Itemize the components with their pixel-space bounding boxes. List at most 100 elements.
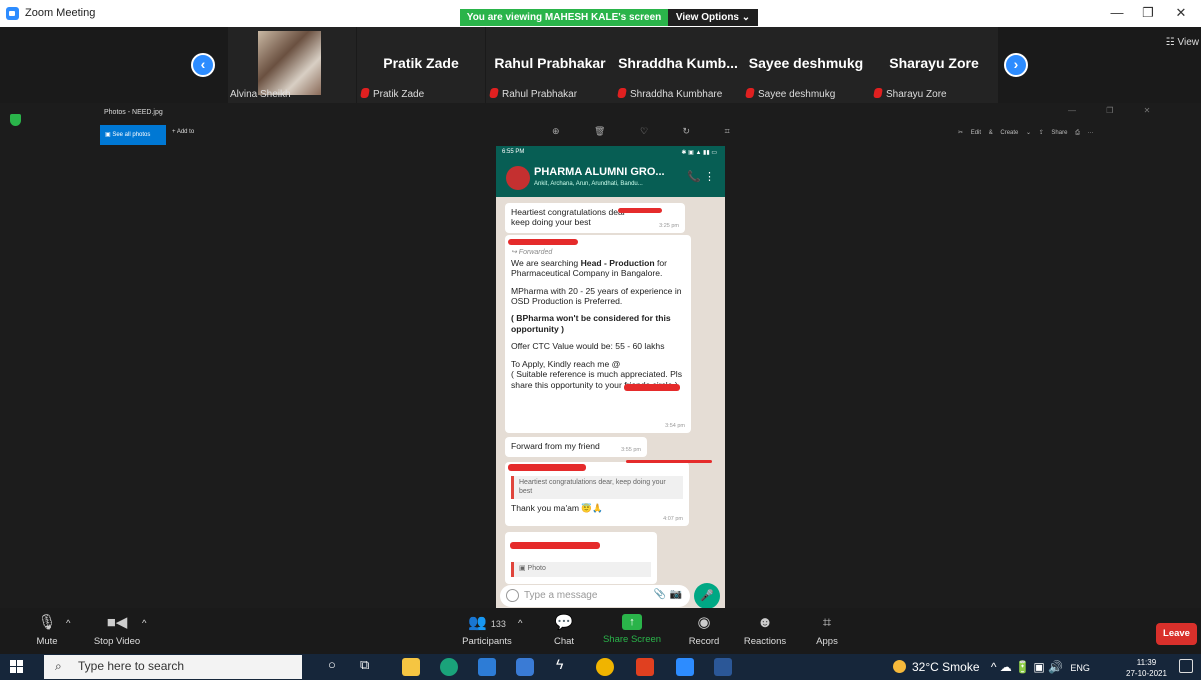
mic-muted-icon [873, 88, 883, 98]
app-icon[interactable]: ϟ [556, 656, 574, 674]
participant-tile-shraddha[interactable]: Shraddha Kumb... Shraddha Kumbhare [614, 27, 742, 103]
shared-screen: Photos - NEED.jpg — ❐ ✕ ▣ See all photos… [0, 103, 1201, 611]
record-icon: ◉ [697, 614, 711, 631]
encryption-shield-icon [10, 114, 21, 126]
chat-header: PHARMA ALUMNI GRO... Ankit, Archana, Aru… [496, 160, 725, 197]
view-options-button[interactable]: View Options ⌄ [668, 9, 758, 26]
zoom-taskbar-icon[interactable] [676, 658, 694, 676]
participant-photo [258, 31, 321, 95]
add-to-button: + Add to [172, 129, 195, 135]
video-options-caret[interactable]: ^ [142, 618, 146, 629]
meeting-controls: 🎙 Mute ^ ■◀ Stop Video ^ 👥 133 Participa… [0, 608, 1201, 654]
mic-muted-icon [745, 88, 755, 98]
message-time: 4:07 pm [663, 516, 683, 523]
chat-message-job-post: ↪ Forwarded We are searching Head - Prod… [505, 235, 691, 433]
dropbox-icon[interactable] [516, 658, 534, 676]
word-icon[interactable] [714, 658, 732, 676]
next-participants-button[interactable]: › [1004, 53, 1028, 77]
view-button[interactable]: ☷ View [1166, 37, 1199, 48]
notification-center-icon[interactable] [1179, 659, 1193, 673]
close-button[interactable]: ✕ [1166, 4, 1196, 22]
image-toolbar: ⊕ 🗑 ♡ ↻ ⌗ [552, 126, 746, 136]
share-screen-button[interactable]: ↑ Share Screen [600, 614, 664, 645]
chat-message: Forward from my friend 3:55 pm [505, 437, 647, 457]
participants-options-caret[interactable]: ^ [518, 618, 522, 629]
reactions-button[interactable]: ☻ Reactions [740, 614, 790, 647]
file-explorer-icon[interactable] [402, 658, 420, 676]
search-icon: ⌕ [55, 659, 62, 673]
participant-tile-pratik[interactable]: Pratik Zade Pratik Zade [357, 27, 485, 103]
windows-start-icon[interactable] [10, 660, 24, 674]
edit-create-toolbar: ✂ Edit & Create ⌄ ⇪ Share ⎙ ··· [958, 130, 1094, 136]
call-menu-icons: 📞 ⋮ [687, 171, 715, 183]
phone-time: 6:55 PM [502, 149, 525, 155]
message-time: 3:25 pm [659, 223, 679, 230]
audio-options-caret[interactable]: ^ [66, 618, 70, 629]
edge-icon[interactable] [440, 658, 458, 676]
viewing-screen-banner: You are viewing MAHESH KALE's screen [460, 9, 668, 26]
participant-label: Shraddha Kumbhare [617, 88, 722, 100]
mail-icon[interactable] [478, 658, 496, 676]
message-time: 3:54 pm [665, 423, 685, 430]
restore-button[interactable]: ❐ [1133, 4, 1163, 22]
participants-icon: 👥 133 [468, 614, 506, 631]
participant-tile-alvina[interactable]: Alvina Sheikh [228, 27, 356, 103]
video-camera-icon: ■◀ [106, 614, 128, 631]
office-icon[interactable] [636, 658, 654, 676]
microphone-icon: 🎙 [37, 614, 57, 631]
participant-tile-sayee[interactable]: Sayee deshmukg Sayee deshmukg [742, 27, 870, 103]
redaction-mark [618, 208, 662, 213]
window-title: Zoom Meeting [25, 7, 96, 19]
redaction-mark [510, 542, 600, 549]
cortana-icon[interactable]: ○ [328, 657, 346, 675]
group-name: PHARMA ALUMNI GRO... [534, 166, 665, 178]
mute-button[interactable]: 🎙 Mute [30, 614, 64, 647]
leave-button[interactable]: Leave [1156, 623, 1197, 645]
message-input: Type a message 📎 📷 [500, 585, 690, 607]
mic-muted-icon [617, 88, 627, 98]
participant-tile-sharayu[interactable]: Sharayu Zore Sharayu Zore [870, 27, 998, 103]
participant-tile-rahul[interactable]: Rahul Prabhakar Rahul Prabhakar [486, 27, 614, 103]
participants-button[interactable]: 👥 133 Participants [452, 614, 522, 647]
quoted-photo: ▣ Photo [511, 562, 651, 577]
tray-icons[interactable]: ^ ☁ 🔋 ▣ 🔊 [991, 660, 1063, 674]
share-screen-icon: ↑ [622, 614, 642, 630]
redaction-mark [508, 464, 586, 471]
minimize-button[interactable]: — [1102, 4, 1132, 22]
stop-video-button[interactable]: ■◀ Stop Video [90, 614, 144, 647]
whatsapp-screenshot: 6:55 PM ✱ ▣ ▲ ▮▮ ▭ PHARMA ALUMNI GRO... … [496, 146, 725, 611]
task-view-icon[interactable]: ⧉ [360, 657, 378, 675]
photos-window-controls: — ❐ ✕ [1068, 106, 1165, 115]
quoted-message: Heartiest congratulations dear, keep doi… [511, 476, 683, 500]
record-button[interactable]: ◉ Record [684, 614, 724, 647]
chat-button[interactable]: 💬 Chat [546, 614, 582, 647]
title-bar: Zoom Meeting You are viewing MAHESH KALE… [0, 0, 1201, 27]
weather-text: 32°C Smoke [912, 660, 980, 674]
redaction-mark [626, 460, 712, 463]
mic-muted-icon [360, 88, 370, 98]
redaction-mark [508, 239, 578, 245]
system-tray: 32°C Smoke ^ ☁ 🔋 ▣ 🔊 ENG [893, 660, 1090, 674]
grid-icon: ☷ [1165, 37, 1178, 48]
apps-button[interactable]: ⌗ Apps [810, 614, 844, 647]
zoom-app-icon [6, 7, 19, 20]
language-indicator[interactable]: ENG [1070, 663, 1090, 673]
chrome-icon[interactable] [596, 658, 614, 676]
windows-taskbar: ⌕ Type here to search ○ ⧉ ϟ 32°C Smoke ^… [0, 654, 1201, 680]
previous-participants-button[interactable]: ‹ [191, 53, 215, 77]
participant-name: Sayee deshmukg [748, 55, 864, 71]
participant-name: Pratik Zade [383, 55, 459, 71]
taskbar-clock[interactable]: 11:39 27-10-2021 [1126, 657, 1167, 679]
apps-icon: ⌗ [822, 614, 832, 631]
participant-name: Shraddha Kumb... [618, 55, 738, 71]
camera-icon: 📷 [669, 589, 682, 600]
see-all-photos-button: ▣ See all photos [100, 125, 166, 145]
photos-window-title: Photos - NEED.jpg [104, 109, 163, 116]
weather-icon [893, 660, 906, 673]
participant-name: Rahul Prabhakar [494, 55, 606, 71]
participant-label: Rahul Prabhakar [489, 88, 577, 100]
taskbar-search-input[interactable]: ⌕ Type here to search [44, 655, 302, 679]
mic-muted-icon [489, 88, 499, 98]
participant-label: Sharayu Zore [873, 88, 947, 100]
participant-strip: ‹ Alvina Sheikh Pratik Zade Pratik Zade … [0, 27, 1201, 103]
